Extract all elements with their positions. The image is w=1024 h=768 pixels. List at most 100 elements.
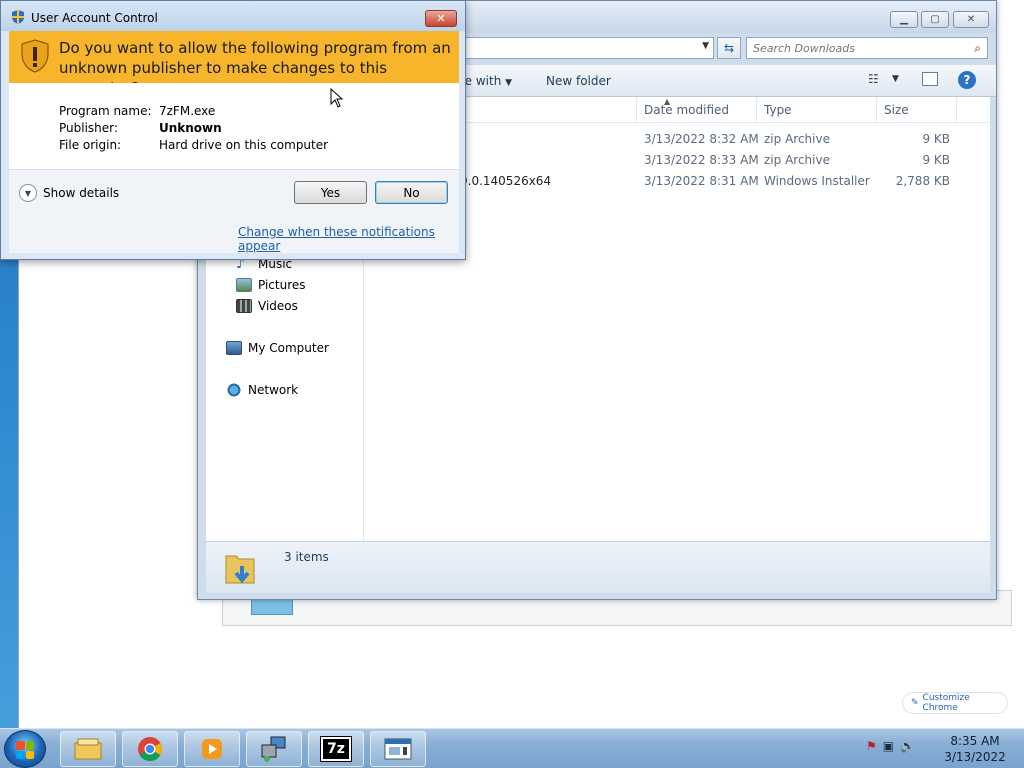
customize-chrome-button[interactable]: ✎ Customize Chrome [902, 692, 1008, 714]
search-box[interactable]: ⌕ [746, 37, 988, 59]
yes-button[interactable]: Yes [294, 181, 367, 204]
clock-date: 3/13/2022 [944, 750, 1006, 764]
file-name: 9.0.140526x64 [460, 174, 552, 188]
program-name-label: Program name: [59, 104, 152, 118]
change-notifications-link[interactable]: Change when these notifications appear [238, 225, 459, 253]
details-pane: 3 items [206, 541, 990, 593]
nav-item-network[interactable]: Network [226, 383, 298, 397]
uac-title: User Account Control [31, 11, 158, 25]
minimize-button[interactable]: ▁ [890, 11, 918, 28]
computer-icon [226, 341, 242, 355]
network-icon [226, 383, 242, 397]
publisher-row: Publisher: Unknown [59, 121, 222, 135]
address-bar[interactable]: ▼ [456, 37, 714, 59]
videos-icon [236, 299, 252, 313]
file-type: zip Archive [764, 132, 830, 146]
column-size[interactable]: Size [884, 103, 909, 117]
taskbar-window[interactable] [370, 731, 426, 767]
action-center-icon[interactable]: ⚑ [866, 739, 877, 753]
chrome-icon [138, 737, 162, 761]
uac-actions: ▼ Show details Yes No Change when these … [9, 169, 459, 253]
file-type: Windows Installer ... [764, 174, 874, 188]
close-icon: ✕ [966, 14, 976, 25]
media-player-icon [202, 739, 222, 759]
nav-item-my-computer[interactable]: My Computer [226, 341, 329, 355]
item-count: 3 items [284, 550, 329, 564]
taskbar-7zip[interactable]: 7z [308, 731, 364, 767]
nav-item-pictures[interactable]: Pictures [236, 278, 306, 292]
clock-time: 8:35 AM [950, 734, 1000, 748]
window-icon [384, 738, 412, 760]
downloads-folder-icon [225, 555, 255, 584]
column-separator[interactable] [876, 97, 877, 123]
file-date: 3/13/2022 8:32 AM [644, 132, 759, 146]
file-origin-value: Hard drive on this computer [159, 138, 329, 152]
taskbar: 7z ⚑ ▣ 🔈 8:35 AM 3/13/2022 [0, 728, 1024, 768]
uac-close-button[interactable]: ✕ [425, 10, 457, 27]
publisher-value: Unknown [159, 121, 222, 135]
nav-label: Pictures [258, 278, 306, 292]
search-input[interactable] [747, 38, 957, 58]
publisher-label: Publisher: [59, 121, 118, 135]
column-type[interactable]: Type [764, 103, 792, 117]
nav-label: Videos [258, 299, 298, 313]
start-button[interactable] [4, 730, 46, 768]
pencil-icon: ✎ [911, 698, 919, 708]
column-date-modified[interactable]: Date modified [644, 103, 729, 117]
file-type: zip Archive [764, 153, 830, 167]
file-origin-row: File origin: Hard drive on this computer [59, 138, 328, 152]
open-with-button[interactable]: re with ▼ [460, 74, 512, 88]
file-date: 3/13/2022 8:31 AM [644, 174, 759, 188]
column-separator[interactable] [956, 97, 957, 123]
network-tool-icon [261, 736, 286, 762]
windows-logo-icon [16, 741, 34, 759]
minimize-icon: ▁ [900, 14, 908, 25]
uac-program-info: Program name: 7zFM.exe Publisher: Unknown … [9, 83, 459, 169]
program-name-row: Program name: 7zFM.exe [59, 104, 215, 118]
refresh-button[interactable]: ⇆ [717, 37, 741, 59]
column-separator[interactable] [636, 97, 637, 123]
pictures-icon [236, 278, 252, 292]
open-with-label: re with [460, 74, 502, 88]
chevron-down-icon[interactable]: ▼ [702, 41, 709, 51]
network-status-icon[interactable]: ▣ [883, 739, 894, 753]
taskbar-media-player[interactable] [184, 731, 240, 767]
file-size: 9 KB [922, 132, 950, 146]
taskbar-explorer[interactable] [60, 731, 116, 767]
nav-item-videos[interactable]: Videos [236, 299, 298, 313]
taskbar-chrome[interactable] [122, 731, 178, 767]
no-button[interactable]: No [375, 181, 448, 204]
maximize-icon: ▢ [930, 14, 940, 25]
close-button[interactable]: ✕ [953, 11, 989, 28]
nav-label: My Computer [248, 341, 329, 355]
chevron-down-icon: ▼ [505, 78, 513, 88]
new-folder-button[interactable]: New folder [546, 74, 611, 88]
show-details-toggle[interactable]: ▼ Show details [19, 184, 119, 202]
uac-dialog: User Account Control ✕ Do you want to al… [0, 0, 466, 260]
file-origin-label: File origin: [59, 138, 122, 152]
warning-shield-icon [21, 39, 49, 73]
views-icon[interactable]: ☷ [868, 72, 879, 86]
close-icon: ✕ [436, 12, 446, 25]
program-name-value: 7zFM.exe [159, 104, 216, 118]
file-size: 9 KB [922, 153, 950, 167]
help-icon[interactable]: ? [958, 71, 976, 89]
uac-titlebar[interactable]: User Account Control ✕ [1, 1, 465, 31]
show-details-label: Show details [43, 186, 120, 200]
clock[interactable]: 8:35 AM 3/13/2022 [940, 733, 1010, 765]
column-separator[interactable] [756, 97, 757, 123]
shield-icon [12, 10, 24, 24]
customize-chrome-label: Customize Chrome [922, 693, 970, 713]
search-icon[interactable]: ⌕ [974, 41, 981, 56]
explorer-icon [74, 738, 102, 760]
chevron-down-icon[interactable]: ▼ [892, 74, 899, 84]
mouse-cursor-icon [330, 88, 344, 108]
uac-warning-banner: Do you want to allow the following progr… [9, 31, 459, 97]
preview-pane-icon[interactable] [922, 72, 938, 86]
nav-label: Network [248, 383, 299, 397]
taskbar-network-tool[interactable] [246, 731, 302, 767]
volume-icon[interactable]: 🔈 [900, 739, 915, 753]
7zip-icon: 7z [320, 736, 352, 762]
maximize-button[interactable]: ▢ [921, 11, 949, 28]
file-date: 3/13/2022 8:33 AM [644, 153, 759, 167]
